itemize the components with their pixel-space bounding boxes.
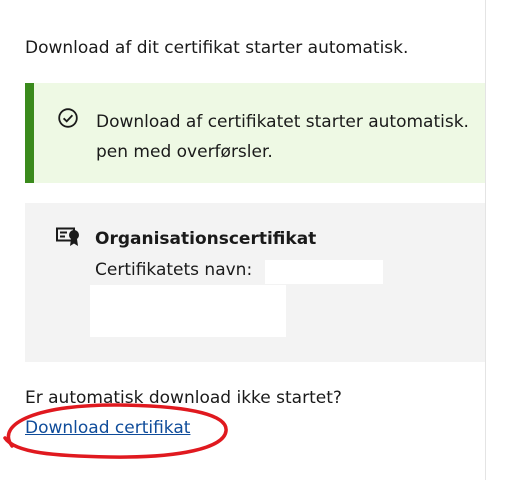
certificate-title: Organisationscertifikat (95, 229, 317, 249)
check-circle-icon (58, 108, 78, 128)
fallback-question: Er automatisk download ikke startet? (25, 388, 342, 408)
certificate-name-label: Certifikatets navn: (95, 260, 253, 280)
intro-text: Download af dit certifikat starter autom… (25, 38, 409, 58)
redacted-name-block (265, 260, 383, 284)
alert-message: Download af certifikatet starter automat… (96, 107, 485, 167)
certificate-icon (56, 227, 79, 246)
success-alert: Download af certifikatet starter automat… (25, 83, 485, 183)
redacted-name-block (90, 285, 286, 337)
alert-message-line-2: pen med overførsler. (96, 142, 273, 162)
alert-message-line-1: Download af certifikatet starter automat… (96, 112, 469, 132)
right-border (485, 0, 507, 480)
download-certificate-link[interactable]: Download certifikat (25, 417, 190, 439)
certificate-card: Organisationscertifikat Certifikatets na… (25, 203, 485, 362)
success-accent-bar (25, 83, 34, 183)
